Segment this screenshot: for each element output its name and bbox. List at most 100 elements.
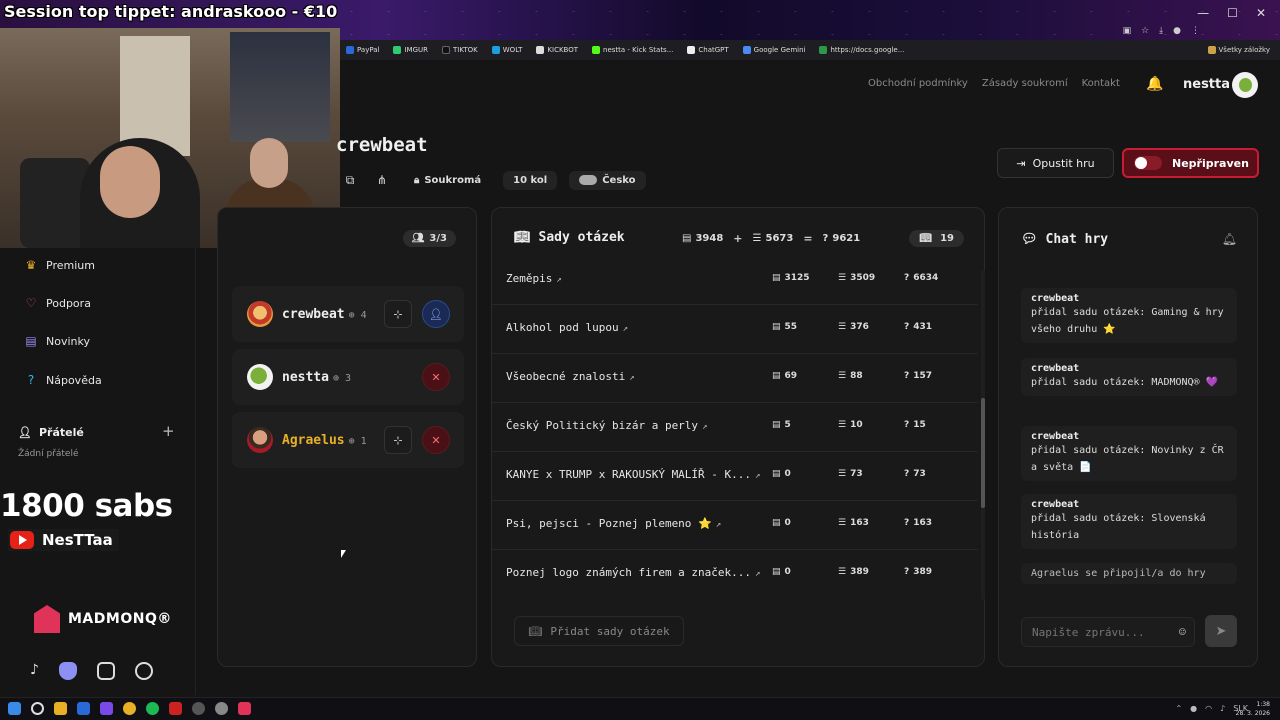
facebook-icon[interactable]: [134, 662, 153, 680]
message-text: přidal sadu otázek: Gaming & hry všeho d…: [1031, 307, 1224, 335]
file-explorer-icon[interactable]: [54, 702, 67, 715]
bookmark-tiktok[interactable]: TIKTOK: [442, 46, 478, 54]
store-icon[interactable]: [77, 702, 90, 715]
copy-icon[interactable]: ⧉: [340, 170, 360, 190]
star-icon[interactable]: ☆: [1141, 26, 1149, 36]
set-name[interactable]: Alkohol pod lupou ↗: [506, 321, 628, 334]
sets-list[interactable]: Zeměpis ↗ ▤ 3125 ☰ 3509 ? 6634 Alkohol pod l…: [492, 270, 978, 597]
windows-start-icon[interactable]: [8, 702, 21, 715]
tray-chevron-icon[interactable]: ⌃: [1175, 704, 1182, 713]
emoji-icon[interactable]: ☺: [1179, 625, 1186, 639]
add-question-sets-button[interactable]: 📖︎ Přidat sady otázek: [514, 616, 684, 646]
clock[interactable]: 1:38 28. 3. 2026: [1236, 700, 1270, 718]
external-link-icon[interactable]: ↗: [755, 471, 760, 481]
set-count-total-value: 73: [913, 469, 926, 479]
discord-icon[interactable]: [58, 662, 77, 680]
profile-button[interactable]: 👤︎: [422, 300, 450, 328]
chat-input-field[interactable]: ☺: [1021, 617, 1195, 647]
set-count-total-value: 15: [913, 420, 926, 430]
nav-terms[interactable]: Obchodní podmínky: [868, 78, 968, 89]
app-icon[interactable]: [169, 702, 182, 715]
maximize-icon[interactable]: ☐: [1227, 6, 1238, 20]
set-row[interactable]: Alkohol pod lupou ↗ ▤ 55 ☰ 376 ? 431: [492, 305, 978, 354]
question-icon: ?: [904, 322, 910, 332]
user-avatar[interactable]: [1232, 72, 1258, 98]
bookmark-chatgpt[interactable]: ChatGPT: [687, 46, 729, 54]
set-name[interactable]: Zeměpis ↗: [506, 272, 562, 285]
sidebar-item-support[interactable]: ♡ Podpora: [24, 296, 91, 310]
folder-icon: [1207, 46, 1216, 54]
rounds-badge: 10 kol: [503, 170, 558, 190]
add-friend-button[interactable]: ⊹: [384, 426, 412, 454]
set-name[interactable]: Český Politický bizár a perly ↗: [506, 419, 707, 432]
chrome-icon[interactable]: [123, 702, 136, 715]
obs-icon[interactable]: [192, 702, 205, 715]
document-icon: ▤: [682, 233, 692, 244]
bookmark-imgur[interactable]: IMGUR: [393, 46, 428, 54]
help-icon: ?: [27, 373, 35, 387]
external-link-icon[interactable]: ↗: [623, 324, 628, 334]
external-link-icon[interactable]: ↗: [755, 569, 760, 579]
set-row[interactable]: Všeobecné znalosti ↗ ▤ 69 ☰ 88 ? 157: [492, 354, 978, 403]
minimize-icon[interactable]: —: [1197, 6, 1209, 20]
bookmark-paypal[interactable]: PayPal: [346, 46, 379, 54]
set-count-b: ☰ 73: [838, 469, 863, 479]
bookmark-wolt[interactable]: WOLT: [491, 46, 522, 54]
external-link-icon[interactable]: ↗: [556, 275, 561, 285]
tiktok-icon[interactable]: ♪: [30, 662, 39, 680]
bookmark-gemini[interactable]: Google Gemini: [742, 46, 805, 54]
nav-contact[interactable]: Kontakt: [1082, 78, 1120, 89]
kick-player-button[interactable]: ✕: [422, 426, 450, 454]
message-text: přidal sadu otázek: Novinky z ČR a světa…: [1031, 445, 1224, 473]
set-row[interactable]: Psi, pejsci - Poznej plemeno ⭐ ↗ ▤ 0 ☰ 163 …: [492, 501, 978, 550]
volume-icon[interactable]: ♪: [1220, 704, 1225, 713]
external-link-icon[interactable]: ↗: [716, 520, 721, 530]
set-row[interactable]: KANYE x TRUMP x RAKOUSKÝ MALÍŘ - K... ↗ ▤…: [492, 452, 978, 501]
kick-player-button[interactable]: ✕: [422, 363, 450, 391]
bookmark-label: TIKTOK: [453, 46, 478, 54]
tray-app-icon[interactable]: ●: [1190, 704, 1197, 713]
extension-icon[interactable]: ▣: [1123, 26, 1132, 36]
spotify-icon[interactable]: [146, 702, 159, 715]
sets-scrollbar-thumb[interactable]: [981, 398, 985, 508]
menu-icon[interactable]: ⋮: [1191, 26, 1200, 36]
download-icon[interactable]: ⤓: [1159, 26, 1163, 36]
sidebar-item-help[interactable]: ? Nápověda: [24, 373, 102, 387]
add-friend-button[interactable]: ⊹: [384, 300, 412, 328]
add-friend-icon[interactable]: +: [162, 422, 175, 440]
player-score: ⊕ 4: [348, 309, 367, 321]
set-name[interactable]: Všeobecné znalosti ↗: [506, 370, 635, 383]
chat-notifications-bell-icon[interactable]: 🔔︎: [1222, 232, 1237, 246]
madmonq-app-icon[interactable]: [238, 702, 251, 715]
settings-icon[interactable]: [215, 702, 228, 715]
send-button[interactable]: ➤: [1205, 615, 1237, 647]
discord-app-icon[interactable]: [100, 702, 113, 715]
ready-toggle-switch[interactable]: [1134, 156, 1162, 170]
ready-toggle-button[interactable]: Nepřipraven: [1122, 148, 1259, 178]
external-link-icon[interactable]: ↗: [629, 373, 634, 383]
search-icon[interactable]: [31, 702, 44, 715]
set-row[interactable]: Zeměpis ↗ ▤ 3125 ☰ 3509 ? 6634: [492, 270, 978, 305]
notifications-bell-icon[interactable]: 🔔: [1146, 76, 1163, 92]
leave-game-button[interactable]: ⇥ Opustit hru: [997, 148, 1114, 178]
user-name[interactable]: nestta: [1183, 77, 1230, 92]
share-icon[interactable]: ⋔: [372, 170, 392, 190]
bookmark-kickstats[interactable]: nestta - Kick Stats...: [592, 46, 673, 54]
bookmark-docs[interactable]: https://docs.google...: [819, 46, 904, 54]
set-name[interactable]: Poznej logo známých firem a značek... ↗: [506, 566, 760, 579]
profile-icon[interactable]: ●: [1173, 26, 1181, 36]
wifi-icon[interactable]: ◠: [1205, 704, 1212, 713]
chat-input[interactable]: [1032, 625, 1162, 639]
set-name[interactable]: KANYE x TRUMP x RAKOUSKÝ MALÍŘ - K... ↗: [506, 468, 760, 481]
instagram-icon[interactable]: [96, 662, 115, 680]
bookmark-kickbot[interactable]: KICKBOT: [536, 46, 578, 54]
set-row[interactable]: Poznej logo známých firem a značek... ↗ ▤…: [492, 550, 978, 597]
set-row[interactable]: Český Politický bizár a perly ↗ ▤ 5 ☰ 10 ? 1…: [492, 403, 978, 452]
sidebar-item-news[interactable]: ▤ Novinky: [24, 334, 90, 348]
close-window-icon[interactable]: ✕: [1256, 6, 1266, 20]
external-link-icon[interactable]: ↗: [702, 422, 707, 432]
set-name[interactable]: Psi, pejsci - Poznej plemeno ⭐ ↗: [506, 517, 721, 530]
bookmark-all[interactable]: Všetky záložky: [1207, 46, 1270, 54]
sidebar-item-premium[interactable]: ♛ Premium: [24, 258, 95, 272]
nav-privacy[interactable]: Zásady soukromí: [982, 78, 1068, 89]
